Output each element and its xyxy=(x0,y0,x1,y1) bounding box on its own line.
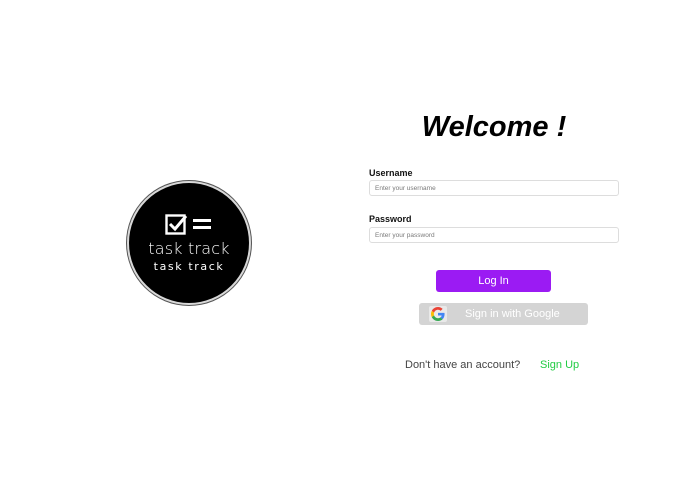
google-icon-container xyxy=(429,306,447,322)
username-input[interactable] xyxy=(369,180,619,196)
signup-prompt: Don't have an account? xyxy=(405,359,521,371)
signup-link[interactable]: Sign Up xyxy=(540,359,579,371)
password-input[interactable] xyxy=(369,227,619,243)
google-signin-label: Sign in with Google xyxy=(465,308,560,320)
google-signin-button[interactable]: Sign in with Google xyxy=(419,303,588,325)
logo-text: task track xyxy=(148,239,230,258)
logo-subtext: task track xyxy=(153,260,225,273)
password-label: Password xyxy=(369,214,412,224)
username-label: Username xyxy=(369,168,413,178)
app-logo: task track task track xyxy=(129,183,249,303)
welcome-heading: Welcome ! xyxy=(421,111,567,143)
login-page: task track task track Welcome ! Username… xyxy=(0,0,690,489)
google-icon xyxy=(431,307,445,321)
login-button[interactable]: Log In xyxy=(436,270,551,292)
checklist-icon xyxy=(165,214,211,235)
